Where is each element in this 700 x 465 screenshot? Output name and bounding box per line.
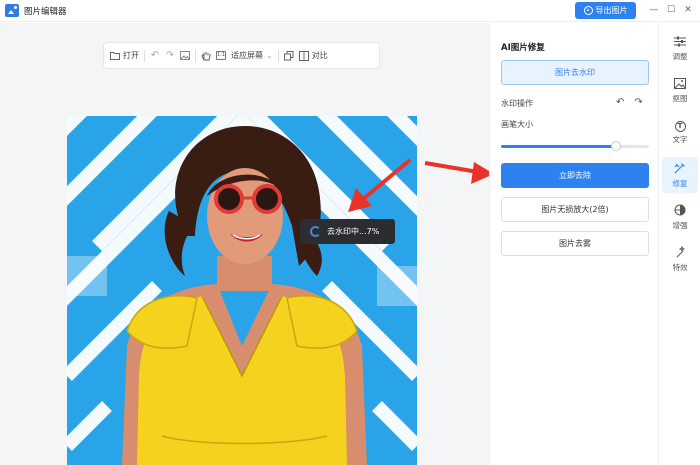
lossless-upscale-button[interactable]: 图片无损放大(2倍)	[501, 197, 649, 222]
copy-icon[interactable]	[283, 50, 294, 61]
remove-now-button[interactable]: 立即去除	[501, 163, 649, 188]
upload-icon	[583, 6, 593, 15]
panel-title: AI图片修复	[501, 43, 545, 53]
export-image-button[interactable]: 导出图片	[575, 2, 636, 19]
dehaze-button[interactable]: 图片去雾	[501, 231, 649, 256]
tool-effects[interactable]: 特效	[662, 241, 698, 277]
watermark-removal-progress: 去水印中...7%	[300, 219, 395, 244]
tool-label: 抠图	[672, 94, 688, 103]
tool-label: 文字	[672, 135, 688, 144]
brush-size-label: 画笔大小	[501, 120, 533, 129]
image-icon	[674, 78, 686, 91]
open-label: 打开	[123, 51, 139, 60]
photo-illustration	[67, 116, 417, 465]
tool-label: 特效	[672, 262, 688, 272]
tool-label: 修复	[672, 178, 688, 188]
canvas-area: 打开 ↶ ↷ 1:1 适应屏幕 ⌄ 对比 去水印中...7%	[0, 23, 489, 465]
watermark-undo-redo: ↶ ↷	[616, 97, 643, 108]
toolbar-divider	[277, 49, 279, 62]
hand-pan-icon[interactable]	[201, 51, 211, 61]
toolbar-divider	[144, 49, 145, 62]
slider-handle[interactable]	[611, 141, 622, 151]
minimize-button[interactable]: —	[648, 4, 660, 16]
ai-repair-panel: AI图片修复 图片去水印 水印操作 ↶ ↷ 画笔大小 立即去除 图片无损放大(2…	[489, 23, 658, 465]
title-bar: 图片编辑器 导出图片 — ☐ ✕	[0, 0, 700, 22]
tool-label: 增强	[672, 220, 688, 230]
text-icon: T	[674, 121, 686, 132]
remove-watermark-button[interactable]: 图片去水印	[501, 60, 649, 85]
compare-button[interactable]: 对比	[298, 50, 328, 61]
undo-icon[interactable]: ↶	[616, 97, 624, 108]
repair-icon	[674, 162, 686, 176]
tool-adjust[interactable]: 调整	[662, 31, 698, 67]
redo-icon[interactable]: ↷	[634, 97, 642, 108]
tool-label: 调整	[672, 52, 688, 61]
compare-label: 对比	[311, 51, 328, 60]
canvas-toolbar: 打开 ↶ ↷ 1:1 适应屏幕 ⌄ 对比	[103, 42, 380, 69]
fit-screen-label: 适应屏幕	[231, 51, 263, 60]
tool-repair[interactable]: 修复	[662, 157, 698, 193]
redo-icon[interactable]: ↷	[165, 50, 175, 61]
open-button[interactable]: 打开	[110, 50, 139, 61]
fit-screen-dropdown[interactable]: 适应屏幕 ⌄	[231, 50, 273, 61]
actual-size-button[interactable]: 1:1	[216, 51, 226, 60]
maximize-button[interactable]: ☐	[665, 4, 677, 16]
toolbar-divider	[195, 49, 196, 62]
chevron-down-icon: ⌄	[266, 51, 273, 60]
split-view-icon	[298, 50, 309, 61]
folder-icon	[110, 51, 120, 61]
tool-text[interactable]: T 文字	[662, 115, 698, 151]
progress-text: 去水印中...7%	[327, 227, 380, 236]
watermark-ops-label: 水印操作	[501, 99, 533, 108]
app-logo-icon	[5, 4, 19, 17]
sliders-icon	[674, 36, 686, 49]
image-icon[interactable]	[180, 50, 190, 61]
slider-fill	[501, 145, 617, 148]
close-button[interactable]: ✕	[682, 4, 694, 16]
tool-enhance[interactable]: 增强	[662, 199, 698, 235]
enhance-icon	[674, 204, 686, 218]
edited-photo[interactable]	[67, 116, 417, 465]
undo-icon[interactable]: ↶	[150, 50, 160, 61]
export-label: 导出图片	[595, 6, 628, 15]
tool-cutout[interactable]: 抠图	[662, 73, 698, 109]
app-title: 图片编辑器	[24, 7, 67, 17]
brush-size-slider[interactable]	[501, 141, 649, 151]
side-toolbar: 调整 抠图 T 文字 修复 增强 特效	[658, 23, 700, 465]
loading-spinner-icon	[310, 226, 321, 237]
effects-icon	[674, 245, 686, 260]
